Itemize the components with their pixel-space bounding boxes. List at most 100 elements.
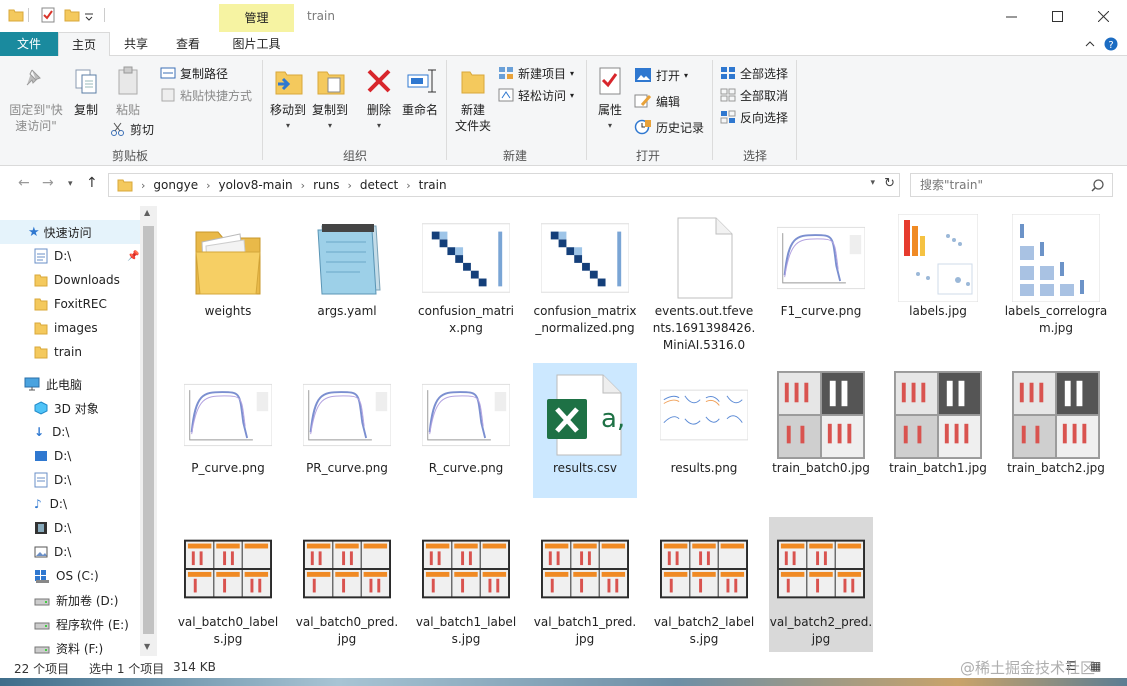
select-all-button[interactable]: 全部选择: [720, 64, 788, 82]
breadcrumb-train[interactable]: train: [419, 178, 447, 192]
file-item[interactable]: labels.jpg: [886, 206, 990, 321]
nav-item-os-c[interactable]: OS (C:): [0, 564, 140, 588]
chevron-down-icon: ▾: [684, 70, 689, 80]
search-icon[interactable]: [1091, 179, 1104, 192]
history-button[interactable]: 历史记录: [634, 118, 704, 136]
nav-item-desktop[interactable]: D:\: [0, 444, 140, 468]
minimize-button[interactable]: [988, 0, 1034, 32]
forward-button[interactable]: →: [42, 175, 54, 191]
selection-count: 选中 1 个项目: [89, 662, 165, 676]
address-bar[interactable]: › gongye › yolov8-main › runs › detect ›…: [108, 173, 900, 197]
image-thumbnail: [422, 371, 510, 459]
new-folder-button[interactable]: 新建 文件夹: [450, 102, 496, 134]
file-item[interactable]: weights: [176, 206, 280, 321]
copy-button[interactable]: 复制: [68, 102, 104, 118]
file-item[interactable]: F1_curve.png: [769, 206, 873, 321]
breadcrumb-gongye[interactable]: gongye: [153, 178, 198, 192]
tab-view[interactable]: 查看: [162, 32, 214, 56]
scroll-up-icon[interactable]: ▲: [144, 208, 150, 217]
cut-button[interactable]: 剪切: [110, 120, 154, 138]
maximize-button[interactable]: [1034, 0, 1080, 32]
properties-button[interactable]: 属性 ▾: [592, 102, 628, 134]
properties-icon[interactable]: [40, 7, 56, 23]
file-item[interactable]: confusion_matrix_normalized.png: [533, 206, 637, 335]
file-item[interactable]: val_batch1_pred.jpg: [533, 517, 637, 652]
breadcrumb-detect[interactable]: detect: [360, 178, 398, 192]
chevron-right-icon: ›: [347, 178, 352, 192]
chevron-down-icon[interactable]: [84, 7, 94, 23]
file-item[interactable]: confusion_matrix.png: [414, 206, 518, 335]
chevron-down-icon[interactable]: ▾: [870, 178, 875, 188]
nav-scrollbar[interactable]: ▲ ▼: [140, 206, 157, 656]
file-item[interactable]: val_batch2_pred.jpg: [769, 517, 873, 652]
nav-item-downloads-drive[interactable]: ↓ D:\: [0, 420, 140, 444]
svg-text:?: ?: [1108, 40, 1113, 51]
paste-button[interactable]: 粘贴: [110, 102, 146, 118]
recent-locations-button[interactable]: ▾: [68, 179, 73, 189]
pin-quick-access-button[interactable]: 固定到"快 速访问": [6, 102, 66, 134]
file-item[interactable]: R_curve.png: [414, 363, 518, 498]
file-item[interactable]: val_batch1_labels.jpg: [414, 517, 518, 652]
file-item[interactable]: val_batch0_labels.jpg: [176, 517, 280, 652]
breadcrumb-runs[interactable]: runs: [313, 178, 339, 192]
tab-share[interactable]: 共享: [110, 32, 162, 56]
file-item[interactable]: events.out.tfevents.1691398426.MiniAI.53…: [652, 206, 756, 352]
nav-item-label: D:\: [49, 497, 67, 511]
back-button[interactable]: ←: [18, 175, 30, 191]
nav-item-music[interactable]: ♪ D:\: [0, 492, 140, 516]
paste-shortcut-button[interactable]: 粘贴快捷方式: [160, 86, 252, 104]
collapse-ribbon-icon[interactable]: [1085, 40, 1095, 48]
file-item[interactable]: val_batch2_labels.jpg: [652, 517, 756, 652]
file-item[interactable]: labels_correlogram.jpg: [1004, 206, 1108, 335]
nav-item-downloads[interactable]: Downloads: [0, 268, 140, 292]
new-folder-icon[interactable]: [64, 7, 80, 23]
file-item[interactable]: val_batch0_pred.jpg: [295, 517, 399, 652]
file-item[interactable]: train_batch0.jpg: [769, 363, 873, 498]
nav-item-volume-d[interactable]: 新加卷 (D:): [0, 588, 140, 612]
nav-quick-access[interactable]: ★ 快速访问: [0, 220, 140, 244]
open-button[interactable]: 打开 ▾: [634, 66, 688, 84]
chevron-down-icon: ▾: [285, 121, 290, 130]
nav-item-label: D:\: [54, 249, 72, 263]
manage-contextual-tab[interactable]: 管理: [219, 4, 294, 32]
easy-access-button[interactable]: 轻松访问 ▾: [498, 86, 574, 104]
help-icon[interactable]: ?: [1104, 37, 1118, 51]
copy-path-button[interactable]: 复制路径: [160, 64, 228, 82]
refresh-icon[interactable]: ↻: [884, 176, 895, 191]
close-button[interactable]: [1080, 0, 1126, 32]
breadcrumb-yolov8-main[interactable]: yolov8-main: [218, 178, 292, 192]
file-item[interactable]: results.png: [652, 363, 756, 498]
file-item[interactable]: train_batch2.jpg: [1004, 363, 1108, 498]
tab-file[interactable]: 文件: [0, 32, 58, 56]
scroll-down-icon[interactable]: ▼: [144, 642, 150, 651]
file-item[interactable]: a, results.csv: [533, 363, 637, 498]
file-item[interactable]: P_curve.png: [176, 363, 280, 498]
nav-item-foxitrec[interactable]: FoxitREC: [0, 292, 140, 316]
invert-selection-button[interactable]: 反向选择: [720, 108, 788, 126]
nav-scroll-thumb[interactable]: [143, 226, 154, 634]
search-input[interactable]: 搜索"train": [910, 173, 1113, 197]
select-none-button[interactable]: 全部取消: [720, 86, 788, 104]
tab-picture-tools[interactable]: 图片工具: [219, 32, 294, 56]
edit-button[interactable]: 编辑: [634, 92, 680, 110]
nav-item-train[interactable]: train: [0, 340, 140, 364]
select-none-icon: [720, 88, 736, 102]
file-item[interactable]: train_batch1.jpg: [886, 363, 990, 498]
up-button[interactable]: ↑: [86, 175, 98, 191]
nav-item-d[interactable]: D:\ 📌: [0, 244, 140, 268]
nav-item-pictures[interactable]: D:\: [0, 540, 140, 564]
nav-item-videos[interactable]: D:\: [0, 516, 140, 540]
file-item[interactable]: args.yaml: [295, 206, 399, 321]
nav-item-images[interactable]: images: [0, 316, 140, 340]
move-to-button[interactable]: 移动到 ▾: [266, 102, 310, 134]
nav-item-documents[interactable]: D:\: [0, 468, 140, 492]
file-item[interactable]: PR_curve.png: [295, 363, 399, 498]
nav-this-pc[interactable]: 此电脑: [0, 372, 140, 396]
nav-item-3d-objects[interactable]: 3D 对象: [0, 396, 140, 420]
rename-button[interactable]: 重命名: [398, 102, 442, 118]
new-item-button[interactable]: 新建项目 ▾: [498, 64, 574, 82]
nav-item-software-e[interactable]: 程序软件 (E:): [0, 612, 140, 636]
copy-to-button[interactable]: 复制到 ▾: [308, 102, 352, 134]
tab-home[interactable]: 主页: [58, 32, 110, 57]
delete-button[interactable]: 删除 ▾: [360, 102, 398, 134]
